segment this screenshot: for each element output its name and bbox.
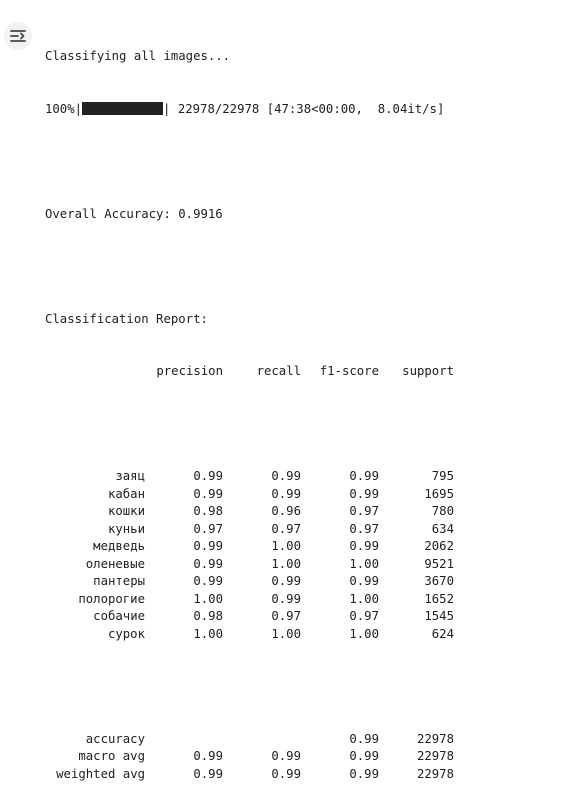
- recall-value: 0.96: [271, 504, 301, 518]
- recall-value: 0.99: [271, 749, 301, 763]
- recall-value: 0.99: [271, 574, 301, 588]
- report-rows: заяц 0.99 0.99 0.99 795 кабан 0.99 0.99 0.99 1695…: [45, 468, 454, 643]
- header-precision: precision: [156, 364, 223, 378]
- output-toggle-button[interactable]: [4, 22, 32, 50]
- support-value: 22978: [416, 749, 454, 763]
- row-label: кошки: [107, 504, 145, 518]
- report-row: куньи 0.97 0.97 0.97 634: [45, 521, 454, 539]
- support-value: 795: [431, 469, 454, 483]
- support-value: 9521: [424, 556, 454, 571]
- row-label: сурок: [107, 626, 145, 641]
- row-label: заяц: [115, 469, 145, 483]
- header-support: support: [402, 364, 454, 378]
- report-summary: accuracy 0.99 22978 macro avg 0.99 0.99 0.99 22…: [45, 731, 454, 784]
- row-label: куньи: [107, 521, 145, 536]
- report-row: сурок 1.00 1.00 1.00 624: [45, 626, 454, 644]
- row-label: accuracy: [85, 731, 145, 746]
- support-value: 2062: [424, 539, 454, 553]
- row-label: пантеры: [93, 574, 145, 588]
- row-label: полорогие: [78, 591, 145, 606]
- recall-value: 0.99: [271, 766, 301, 781]
- row-label: оленевые: [85, 556, 145, 571]
- support-value: 1545: [424, 609, 454, 623]
- support-value: 3670: [424, 574, 454, 588]
- f1-score-value: 0.99: [349, 749, 379, 763]
- f1-score-value: 0.99: [349, 469, 379, 483]
- report-row: кошки 0.98 0.96 0.97 780: [45, 503, 454, 521]
- row-label: собачие: [93, 609, 145, 623]
- recall-value: 0.99: [271, 591, 301, 606]
- precision-value: 0.98: [193, 609, 223, 623]
- summary-row: weighted avg 0.99 0.99 0.99 22978: [45, 766, 454, 784]
- row-label: weighted avg: [56, 766, 145, 781]
- recall-value: 0.97: [271, 609, 301, 623]
- summary-row: accuracy 0.99 22978: [45, 731, 454, 749]
- row-label: macro avg: [78, 749, 145, 763]
- report-row: заяц 0.99 0.99 0.99 795: [45, 468, 454, 486]
- f1-score-value: 1.00: [349, 591, 379, 606]
- support-value: 1695: [424, 486, 454, 501]
- f1-score-value: 0.99: [349, 766, 379, 781]
- f1-score-value: 0.97: [349, 504, 379, 518]
- support-value: 22978: [416, 766, 454, 781]
- recall-value: 1.00: [271, 556, 301, 571]
- header-recall: recall: [256, 364, 301, 378]
- report-row: пантеры 0.99 0.99 0.99 3670: [45, 573, 454, 591]
- progress-timing: [47:38<00:00, 8.04it/s]: [266, 101, 445, 116]
- support-value: 22978: [416, 731, 454, 746]
- precision-value: 0.99: [193, 469, 223, 483]
- report-title: Classification Report:: [45, 311, 208, 326]
- cell-output: Classifying all images... 100%| | 22978/2…: [45, 13, 454, 801]
- precision-value: 0.99: [193, 486, 223, 501]
- progress-bar: [82, 101, 164, 115]
- f1-score-value: 0.99: [349, 486, 379, 501]
- precision-value: 0.99: [193, 539, 223, 553]
- support-value: 634: [431, 521, 454, 536]
- recall-value: 1.00: [271, 626, 301, 641]
- recall-value: 0.97: [271, 521, 301, 536]
- row-label: кабан: [107, 486, 145, 501]
- f1-score-value: 0.99: [349, 574, 379, 588]
- f1-score-value: 1.00: [349, 556, 379, 571]
- row-label: медведь: [93, 539, 145, 553]
- report-row: кабан 0.99 0.99 0.99 1695: [45, 486, 454, 504]
- precision-value: 0.99: [193, 766, 223, 781]
- recall-value: 0.99: [271, 469, 301, 483]
- progress-percent: 100%: [45, 101, 75, 116]
- output-gutter: [0, 0, 36, 411]
- report-row: собачие 0.98 0.97 0.97 1545: [45, 608, 454, 626]
- progress-line: 100%| | 22978/22978 [47:38<00:00, 8.04it/…: [45, 101, 445, 116]
- f1-score-value: 0.99: [349, 731, 379, 746]
- f1-score-value: 0.99: [349, 539, 379, 553]
- precision-value: 0.99: [193, 556, 223, 571]
- recall-value: 0.99: [271, 486, 301, 501]
- precision-value: 0.98: [193, 504, 223, 518]
- f1-score-value: 0.97: [349, 609, 379, 623]
- precision-value: 1.00: [193, 626, 223, 641]
- support-value: 780: [431, 504, 454, 518]
- recall-value: 1.00: [271, 539, 301, 553]
- precision-value: 0.99: [193, 749, 223, 763]
- report-row: полорогие 1.00 0.99 1.00 1652: [45, 591, 454, 609]
- support-value: 1652: [424, 591, 454, 606]
- progress-title: Classifying all images...: [45, 49, 231, 63]
- report-row: оленевые 0.99 1.00 1.00 9521: [45, 556, 454, 574]
- precision-value: 0.99: [193, 574, 223, 588]
- f1-score-value: 1.00: [349, 626, 379, 641]
- precision-value: 0.97: [193, 521, 223, 536]
- f1-score-value: 0.97: [349, 521, 379, 536]
- report-header-row: precision recall f1-score support: [45, 363, 454, 381]
- report-row: медведь 0.99 1.00 0.99 2062: [45, 538, 454, 556]
- progress-count: 22978/22978: [177, 101, 260, 116]
- precision-value: 1.00: [193, 591, 223, 606]
- overall-accuracy: Overall Accuracy: 0.9916: [45, 206, 223, 221]
- output-collapse-icon: [9, 27, 27, 45]
- support-value: 624: [431, 626, 454, 641]
- header-f1-score: f1-score: [319, 364, 379, 378]
- summary-row: macro avg 0.99 0.99 0.99 22978: [45, 748, 454, 766]
